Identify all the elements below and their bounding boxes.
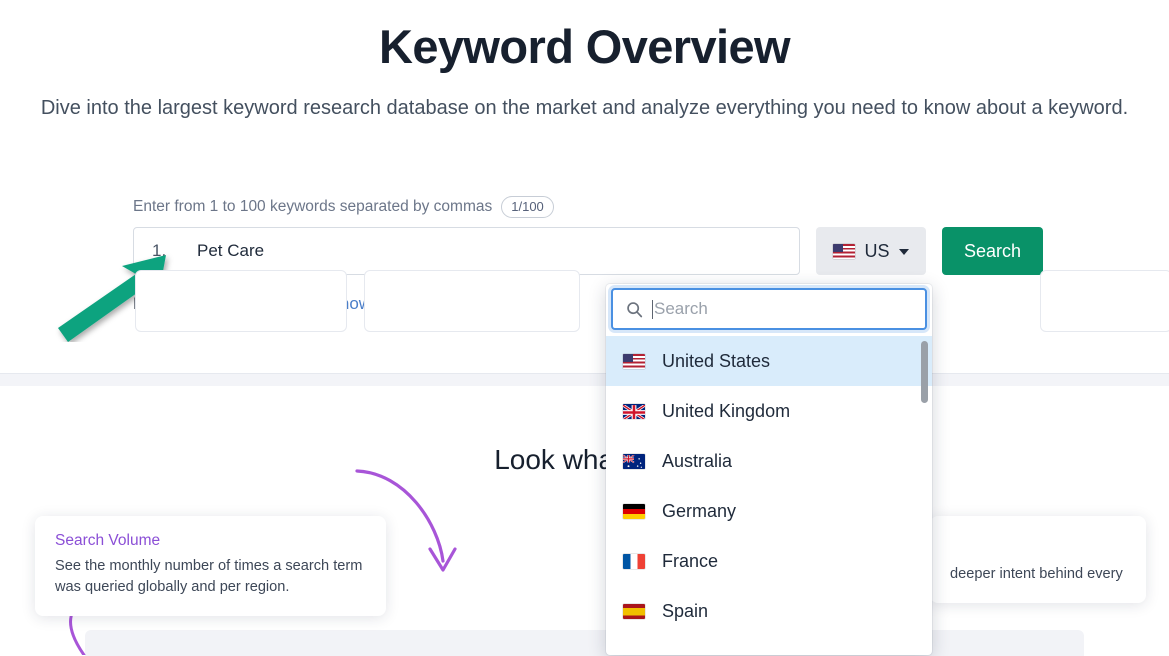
flag-us-icon (623, 353, 645, 369)
flag-us-icon (833, 243, 856, 259)
search-button[interactable]: Search (942, 227, 1044, 275)
country-search-placeholder: Search (654, 299, 708, 318)
flag-uk-icon (623, 403, 645, 419)
country-option-label: Australia (662, 450, 733, 471)
country-option-label: Spain (662, 600, 709, 621)
country-list[interactable]: United States United Kingdom Australia G… (606, 336, 932, 655)
country-dropdown[interactable]: Search United States United Kingdom Aust… (606, 284, 932, 655)
search-row: 1. Pet Care US Search (133, 227, 1045, 275)
country-list-scrollbar-thumb[interactable] (921, 341, 928, 403)
chevron-down-icon (898, 249, 909, 255)
country-selector-label: US (864, 240, 890, 261)
country-option-spain[interactable]: Spain (606, 586, 932, 636)
text-cursor (652, 299, 653, 319)
page-subtitle: Dive into the largest keyword research d… (40, 97, 1129, 119)
country-option-australia[interactable]: Australia (606, 436, 932, 486)
country-search-wrap: Search (607, 285, 931, 333)
section-divider-band (0, 374, 1169, 386)
country-option-united-kingdom[interactable]: United Kingdom (606, 386, 932, 436)
search-icon (626, 301, 643, 318)
flag-fr-icon (623, 553, 645, 569)
keyword-input[interactable]: 1. Pet Care (133, 227, 800, 275)
keyword-label-row: Enter from 1 to 100 keywords separated b… (133, 196, 1045, 218)
feature-card-intent: deeper intent behind every (930, 516, 1146, 603)
flag-au-icon (623, 453, 645, 469)
flag-de-icon (623, 503, 645, 519)
feature-box-3[interactable] (1040, 270, 1169, 332)
feature-card-body: deeper intent behind every (950, 566, 1123, 582)
country-search-input[interactable]: Search (611, 288, 927, 330)
keyword-counter-badge: 1/100 (501, 196, 554, 218)
country-option-france[interactable]: France (606, 536, 932, 586)
features-panel (85, 630, 1084, 656)
feature-box-1[interactable] (135, 270, 347, 332)
keyword-input-label: Enter from 1 to 100 keywords separated b… (133, 198, 493, 215)
country-option-label: United Kingdom (662, 400, 791, 421)
feature-card-title: Search Volume (55, 532, 161, 549)
keyword-index-label: 1. (152, 241, 167, 260)
feature-card-search-volume: Search Volume See the monthly number of … (35, 516, 386, 616)
flag-es-icon (623, 603, 645, 619)
feature-card-body: See the monthly number of times a search… (55, 558, 363, 595)
feature-box-2[interactable] (364, 270, 580, 332)
country-option-label: France (662, 550, 719, 571)
keyword-input-value: Pet Care (197, 241, 265, 260)
country-option-germany[interactable]: Germany (606, 486, 932, 536)
features-section-title: Look what you (494, 444, 675, 475)
country-option-label: United States (662, 350, 771, 371)
page-title: Keyword Overview (379, 20, 791, 73)
country-option-label: Germany (662, 500, 737, 521)
country-option-united-states[interactable]: United States (606, 336, 932, 386)
country-selector-button[interactable]: US (816, 227, 926, 275)
